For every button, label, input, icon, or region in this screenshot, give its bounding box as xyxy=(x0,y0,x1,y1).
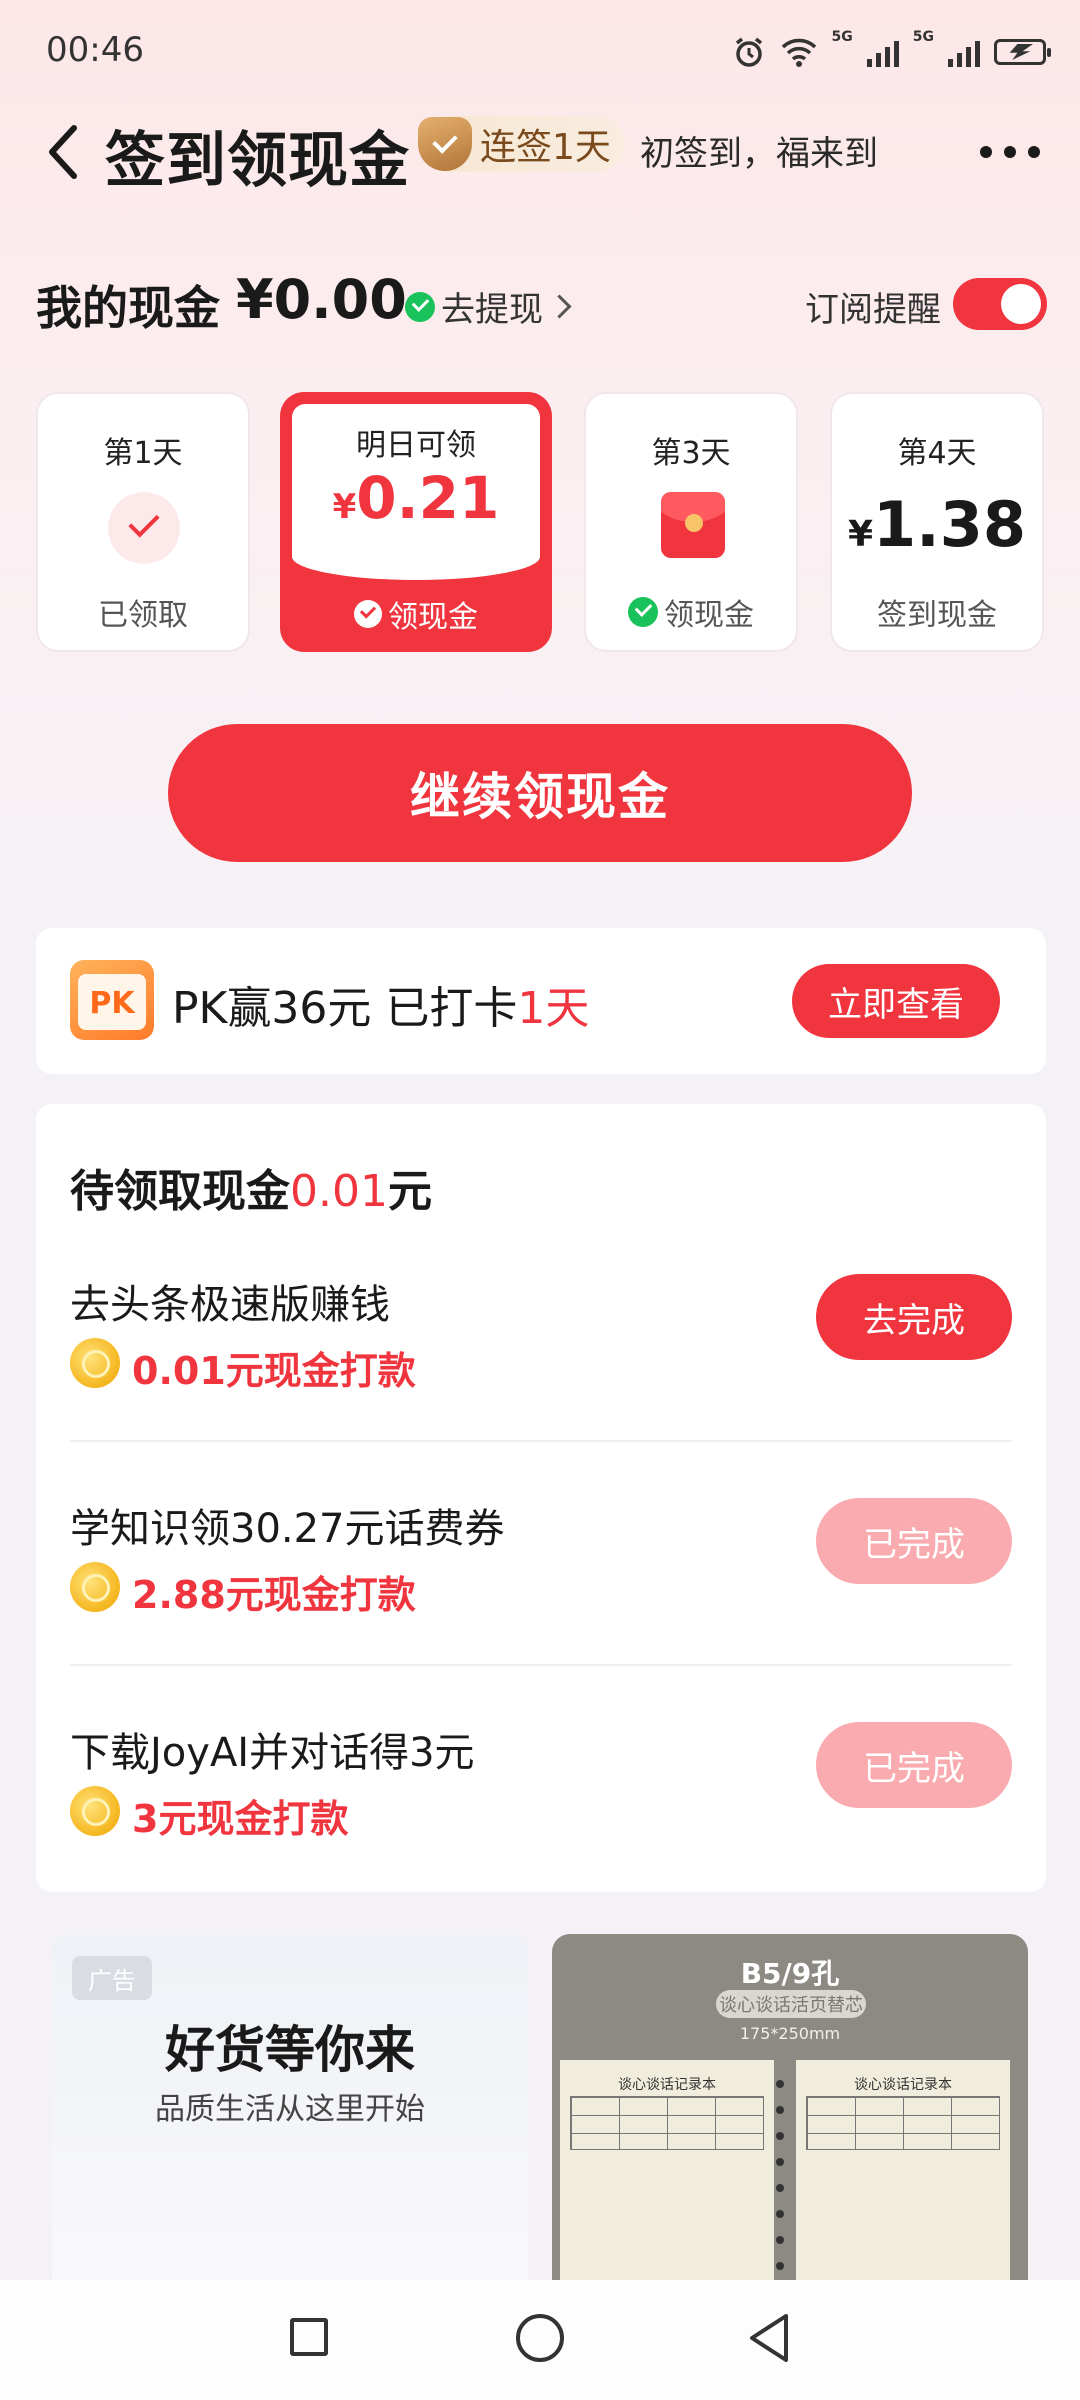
day-amount: ¥0.21 xyxy=(332,464,500,532)
continue-claim-button[interactable]: 继续领现金 xyxy=(168,724,912,862)
ad-headline: 好货等你来 xyxy=(165,2021,415,2079)
ad-subtitle: 品质生活从这里开始 xyxy=(155,2092,425,2127)
task-name: 去头条极速版赚钱 xyxy=(70,1282,390,1328)
claim-cash-action: 领现金 xyxy=(280,592,552,636)
nav-circle-icon[interactable] xyxy=(516,2314,564,2362)
coin-icon xyxy=(70,1338,120,1388)
task-reward: 3元现金打款 xyxy=(132,1797,349,1841)
green-check-icon xyxy=(405,291,435,322)
day-label: 第4天 xyxy=(897,436,977,471)
day-card-3[interactable]: 第3天 领现金 xyxy=(584,392,798,652)
task-reward: 0.01元现金打款 xyxy=(132,1349,416,1393)
task-done-button[interactable]: 已完成 xyxy=(816,1722,1012,1808)
ad-tag: 广告 xyxy=(72,1956,152,2000)
task-go-button[interactable]: 去完成 xyxy=(816,1274,1012,1360)
cash-value: ¥0.00 xyxy=(236,268,407,331)
nav-square-icon[interactable] xyxy=(290,2318,328,2356)
product-pill: 谈心谈话活页替芯 xyxy=(716,1990,866,2018)
subscribe-label: 订阅提醒 xyxy=(805,290,941,330)
task-reward: 2.88元现金打款 xyxy=(132,1573,416,1617)
pk-text: PK赢36元 已打卡1天 xyxy=(172,983,590,1034)
claimed-check-icon xyxy=(108,492,180,564)
product-size: 175*250mm xyxy=(739,2024,841,2043)
streak-label: 连签1天 xyxy=(480,127,611,168)
subscribe-toggle[interactable] xyxy=(953,278,1047,330)
signal-2-icon xyxy=(948,37,980,67)
page-title: 签到领现金 xyxy=(105,126,410,196)
divider xyxy=(70,1664,1012,1666)
task-name: 下载JoyAI并对话得3元 xyxy=(70,1730,475,1776)
check-icon xyxy=(354,600,382,628)
product-title: B5/9孔 xyxy=(740,1957,840,1990)
day-card-2[interactable]: 明日可领 ¥0.21 领现金 xyxy=(280,392,552,652)
claim-cash-action: 领现金 xyxy=(586,590,796,634)
day-label: 第3天 xyxy=(651,436,731,471)
status-icons: 5G 5G xyxy=(732,29,1051,74)
withdraw-label: 去提现 xyxy=(441,290,543,330)
chevron-right-icon xyxy=(547,294,572,319)
net-5g-label: 5G xyxy=(831,29,853,45)
more-icon[interactable] xyxy=(980,146,1040,158)
back-arrow-icon[interactable] xyxy=(40,122,88,182)
coin-icon xyxy=(70,1786,120,1836)
nav-back-icon[interactable] xyxy=(746,2312,792,2364)
day-label: 明日可领 xyxy=(356,428,476,463)
divider xyxy=(70,1440,1012,1442)
battery-icon xyxy=(994,39,1051,65)
day-status: 签到现金 xyxy=(877,598,997,633)
net-5g-label-2: 5G xyxy=(912,29,934,45)
header-slogan: 初签到，福来到 xyxy=(640,134,878,174)
task-name: 学知识领30.27元话费券 xyxy=(70,1506,505,1552)
view-now-button[interactable]: 立即查看 xyxy=(792,964,1000,1038)
day-label: 第1天 xyxy=(103,436,183,471)
pk-calendar-icon: PK xyxy=(70,960,154,1040)
wifi-icon xyxy=(781,38,816,67)
signal-1-icon xyxy=(866,37,899,67)
green-check-icon xyxy=(628,597,658,627)
task-title: 待领取现金0.01元 xyxy=(70,1166,432,1217)
day-card-4[interactable]: 第4天 ¥1.38 签到现金 xyxy=(830,392,1044,652)
status-time: 00:46 xyxy=(46,30,144,70)
day-status: 已领取 xyxy=(98,598,188,633)
day-amount: ¥1.38 xyxy=(847,488,1027,561)
red-envelope-icon xyxy=(661,492,725,558)
alarm-icon xyxy=(735,37,762,67)
coin-icon xyxy=(70,1562,120,1612)
shield-check-icon xyxy=(418,117,472,171)
withdraw-link[interactable]: 去提现 xyxy=(405,282,572,331)
task-done-button[interactable]: 已完成 xyxy=(816,1498,1012,1584)
day-card-1[interactable]: 第1天 已领取 xyxy=(36,392,250,652)
cash-label: 我的现金 xyxy=(36,281,220,335)
streak-badge: 连签1天 xyxy=(418,116,625,172)
